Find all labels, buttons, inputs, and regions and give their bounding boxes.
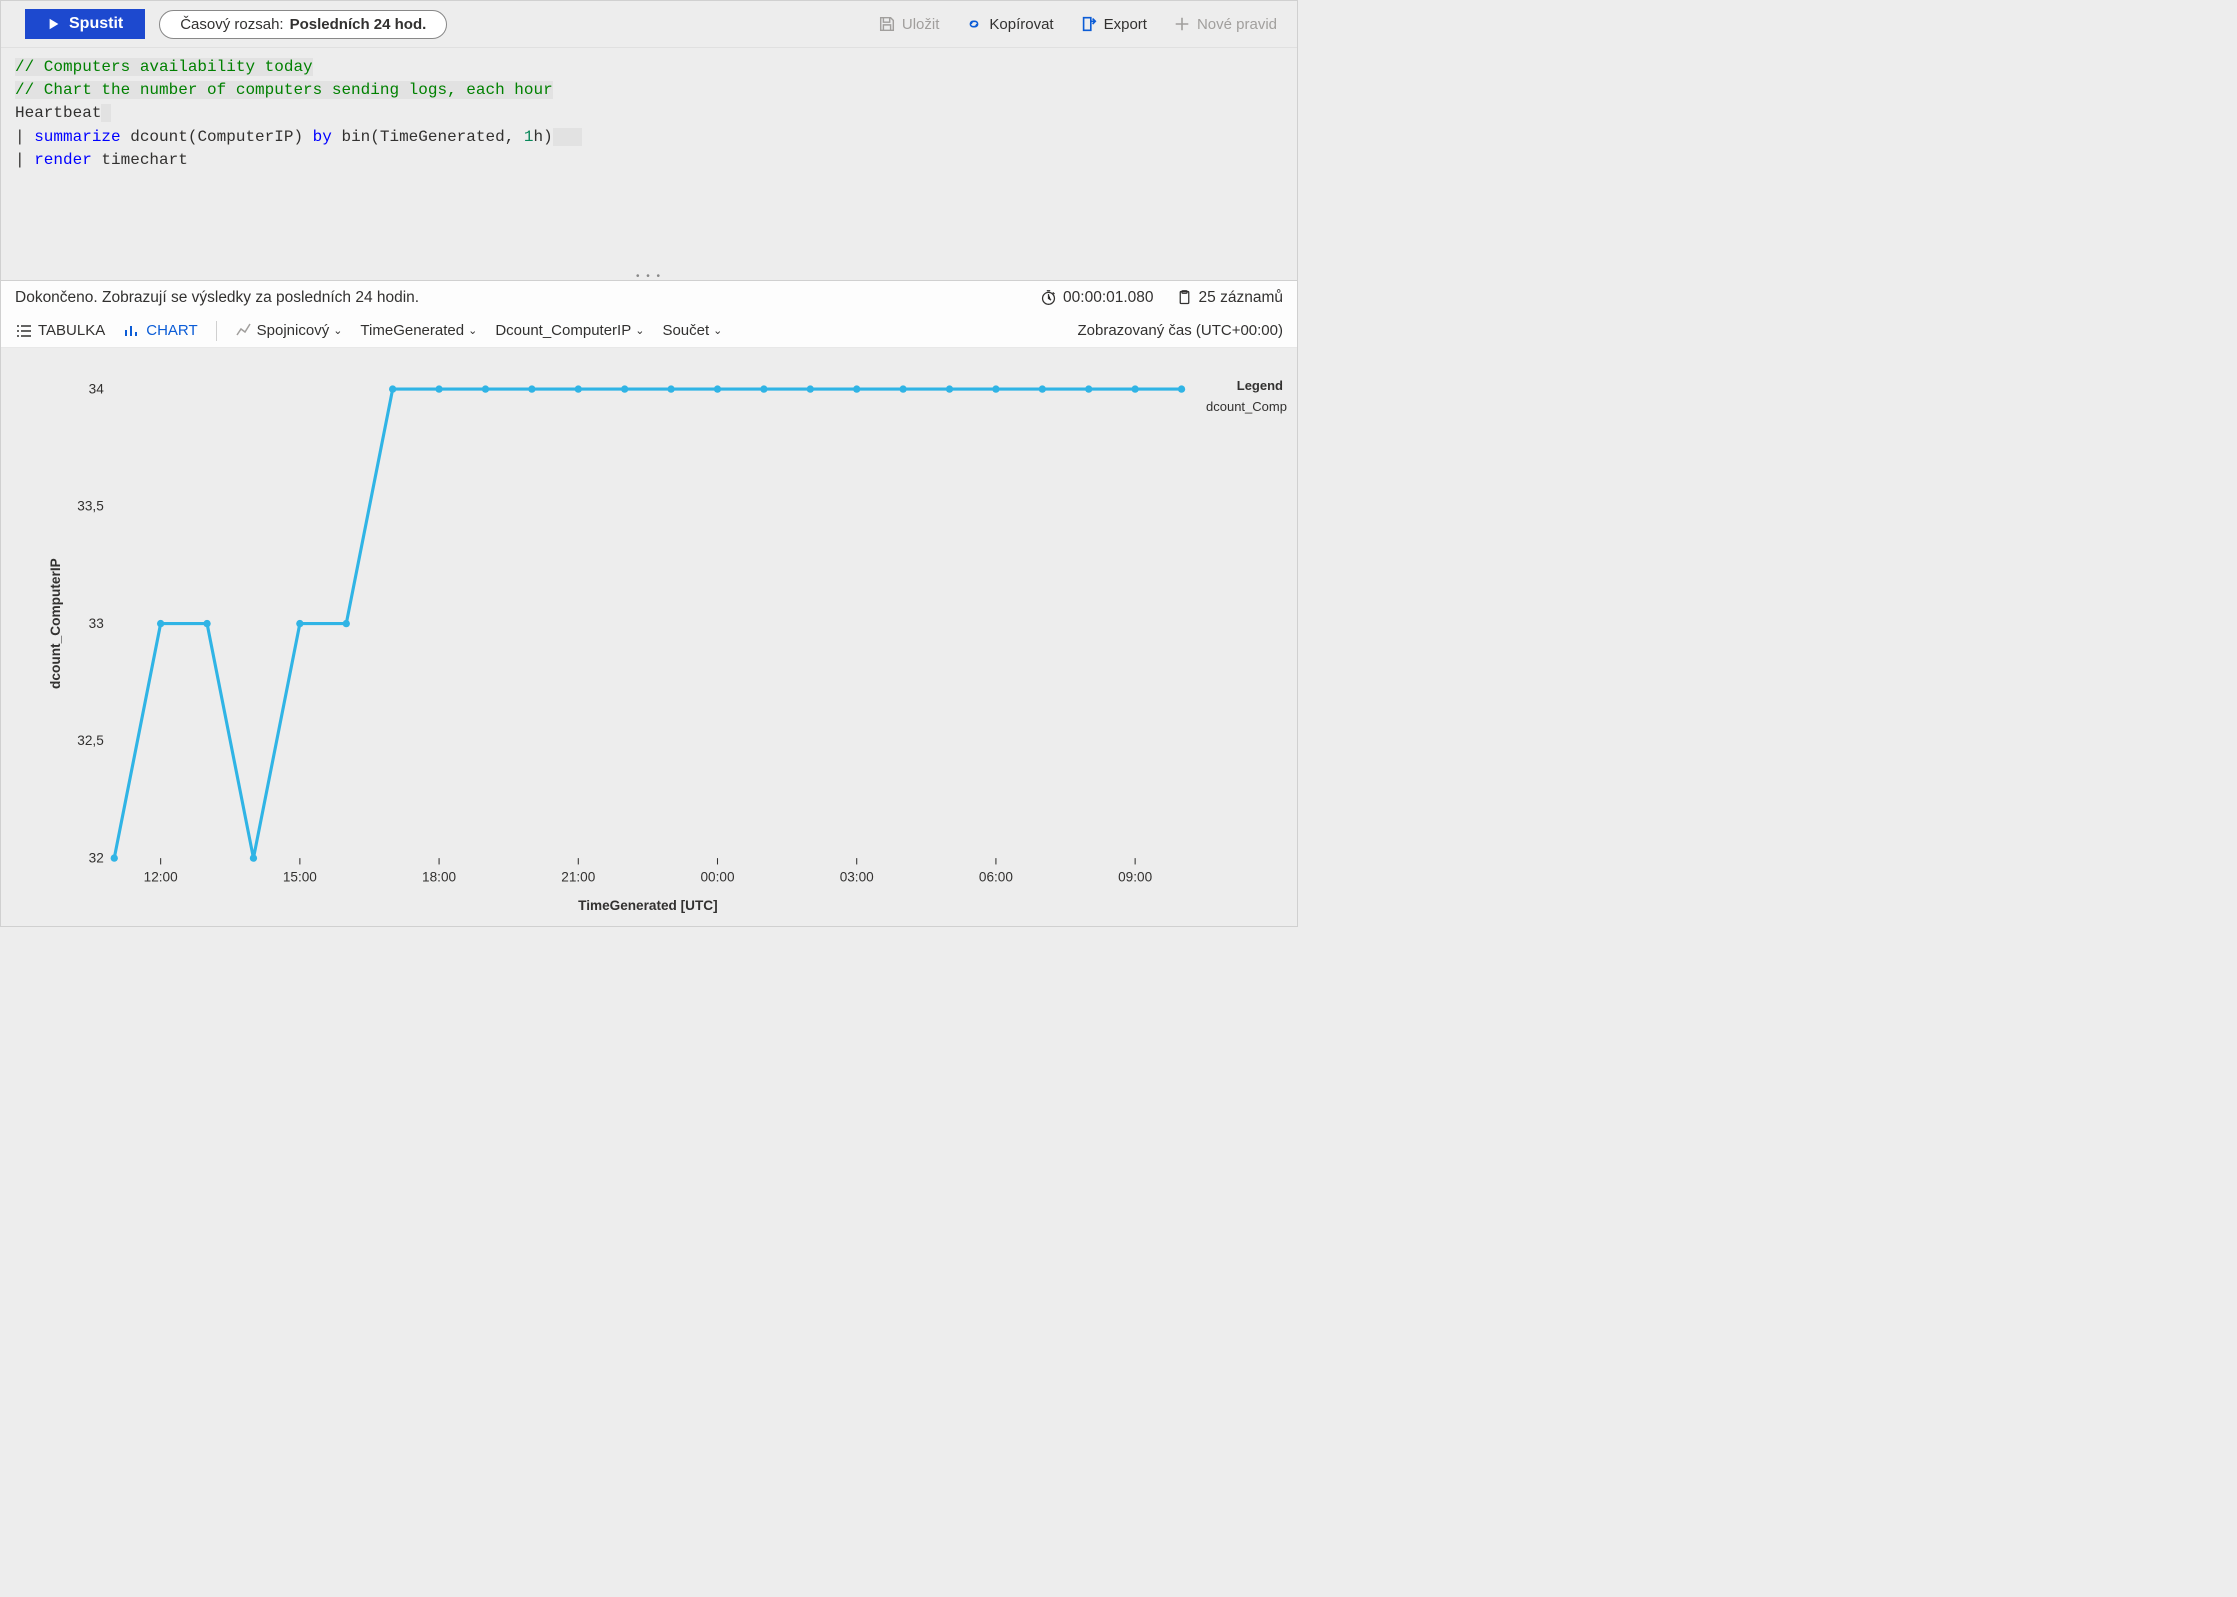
query-editor-app: Spustit Časový rozsah: Posledních 24 hod… [0,0,1298,927]
chevron-down-icon: ⌄ [468,324,477,337]
svg-text:33,5: 33,5 [77,498,104,513]
plus-icon [1173,15,1191,33]
chart-icon [123,322,141,340]
export-icon [1080,15,1098,33]
timerange-value: Posledních 24 hod. [290,16,427,33]
chart-type-dropdown[interactable]: Spojnicový ⌄ [235,322,343,340]
stopwatch-icon [1040,289,1057,306]
clipboard-icon [1176,289,1193,306]
new-rule-label: Nové pravid [1197,16,1277,33]
export-label: Export [1104,16,1147,33]
status-message: Dokončeno. Zobrazují se výsledky za posl… [15,289,419,307]
x-field-dropdown[interactable]: TimeGenerated ⌄ [360,322,477,339]
save-label: Uložit [902,16,940,33]
line-chart-icon [235,322,253,340]
aggregation-dropdown[interactable]: Součet ⌄ [662,322,722,339]
svg-text:18:00: 18:00 [422,869,456,884]
tab-table[interactable]: TABULKA [15,322,105,340]
chart-type-label: Spojnicový [257,322,330,339]
svg-text:15:00: 15:00 [283,869,317,884]
svg-text:06:00: 06:00 [979,869,1013,884]
link-icon [965,15,983,33]
chart-area: 32 32,5 33 33,5 34 12:00 15:00 18:00 21:00 00:00 0… [1,348,1297,926]
save-button[interactable]: Uložit [872,11,946,37]
svg-text:03:00: 03:00 [840,869,874,884]
export-button[interactable]: Export [1074,11,1153,37]
record-count: 25 záznamů [1176,289,1283,307]
elapsed-value: 00:00:01.080 [1063,289,1154,307]
tab-table-label: TABULKA [38,322,105,339]
legend-title: Legend [1200,378,1283,393]
table-icon [15,322,33,340]
toolbar: Spustit Časový rozsah: Posledních 24 hod… [1,1,1297,48]
svg-text:09:00: 09:00 [1118,869,1152,884]
legend-series-label: dcount_Compu [1206,399,1287,414]
play-icon [47,17,61,31]
svg-text:32,5: 32,5 [77,733,104,748]
tab-chart[interactable]: CHART [123,322,197,340]
svg-text:TimeGenerated [UTC]: TimeGenerated [UTC] [578,898,717,913]
chevron-down-icon: ⌄ [635,324,644,337]
svg-text:12:00: 12:00 [144,869,178,884]
run-button-label: Spustit [69,15,123,33]
svg-text:32: 32 [89,850,104,865]
chevron-down-icon: ⌄ [333,324,342,337]
query-editor[interactable]: // Computers availability today// Chart … [1,48,1297,274]
record-value: 25 záznamů [1199,289,1283,307]
chart-canvas[interactable]: 32 32,5 33 33,5 34 12:00 15:00 18:00 21:00 00:00 0… [41,368,1192,916]
y-field-label: Dcount_ComputerIP [495,322,631,339]
legend-item[interactable]: dcount_Compu [1200,399,1283,414]
tab-chart-label: CHART [146,322,197,339]
svg-text:33: 33 [89,616,104,631]
svg-text:34: 34 [89,381,105,396]
timerange-picker[interactable]: Časový rozsah: Posledních 24 hod. [159,10,447,39]
svg-text:dcount_ComputerIP: dcount_ComputerIP [48,558,63,689]
x-field-label: TimeGenerated [360,322,464,339]
timezone-label[interactable]: Zobrazovaný čas (UTC+00:00) [1077,322,1283,339]
result-toolbar: TABULKA CHART Spojnicový ⌄ TimeGenerated… [1,315,1297,348]
status-bar: Dokončeno. Zobrazují se výsledky za posl… [1,280,1297,315]
copy-label: Kopírovat [989,16,1053,33]
y-field-dropdown[interactable]: Dcount_ComputerIP ⌄ [495,322,644,339]
svg-text:21:00: 21:00 [561,869,595,884]
save-icon [878,15,896,33]
chevron-down-icon: ⌄ [713,324,722,337]
elapsed-time: 00:00:01.080 [1040,289,1154,307]
aggregation-label: Součet [662,322,709,339]
copy-button[interactable]: Kopírovat [959,11,1059,37]
timerange-prefix: Časový rozsah: [180,16,283,33]
new-rule-button[interactable]: Nové pravid [1167,11,1283,37]
chart-legend: Legend dcount_Compu [1192,368,1287,916]
run-button[interactable]: Spustit [25,9,145,39]
svg-text:00:00: 00:00 [700,869,734,884]
